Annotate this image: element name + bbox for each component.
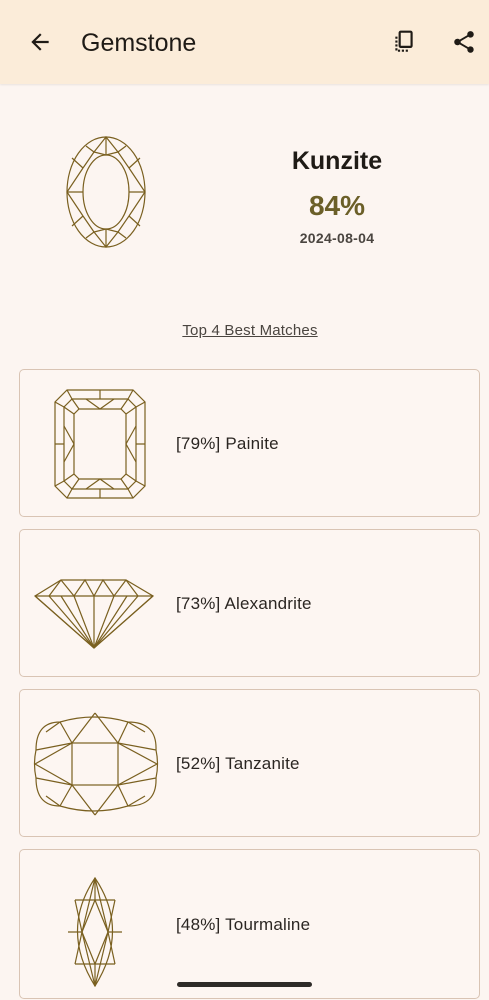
marquise-cut-icon (32, 860, 162, 988)
match-card[interactable]: [48%] Tourmaline (19, 849, 480, 999)
matches-heading[interactable]: Top 4 Best Matches (0, 322, 489, 339)
back-button[interactable] (22, 24, 58, 60)
match-label: [73%] Alexandrite (176, 594, 312, 613)
brilliant-side-icon (32, 540, 162, 666)
cushion-cut-icon (32, 700, 162, 826)
page-title: Gemstone (81, 29, 197, 57)
gesture-nav-bar[interactable] (177, 982, 312, 987)
match-card[interactable]: [52%] Tanzanite (19, 689, 480, 837)
compare-icon (395, 30, 413, 52)
compare-button[interactable] (386, 24, 422, 60)
match-card[interactable]: [79%] Painite (19, 369, 480, 517)
share-button[interactable] (446, 24, 482, 60)
match-label: [52%] Tanzanite (176, 754, 300, 773)
result-gem-name: Kunzite (291, 147, 383, 175)
app-bar: Gemstone (0, 0, 489, 84)
result-date: 2024-08-04 (299, 230, 375, 246)
match-card[interactable]: [73%] Alexandrite (19, 529, 480, 677)
share-icon (454, 31, 474, 53)
match-label: [79%] Painite (176, 434, 279, 453)
emerald-cut-icon (32, 380, 162, 506)
match-label: [48%] Tourmaline (176, 915, 311, 934)
result-confidence: 84% (308, 190, 366, 221)
oval-cut-icon (58, 128, 154, 256)
arrow-back-icon (31, 33, 49, 51)
